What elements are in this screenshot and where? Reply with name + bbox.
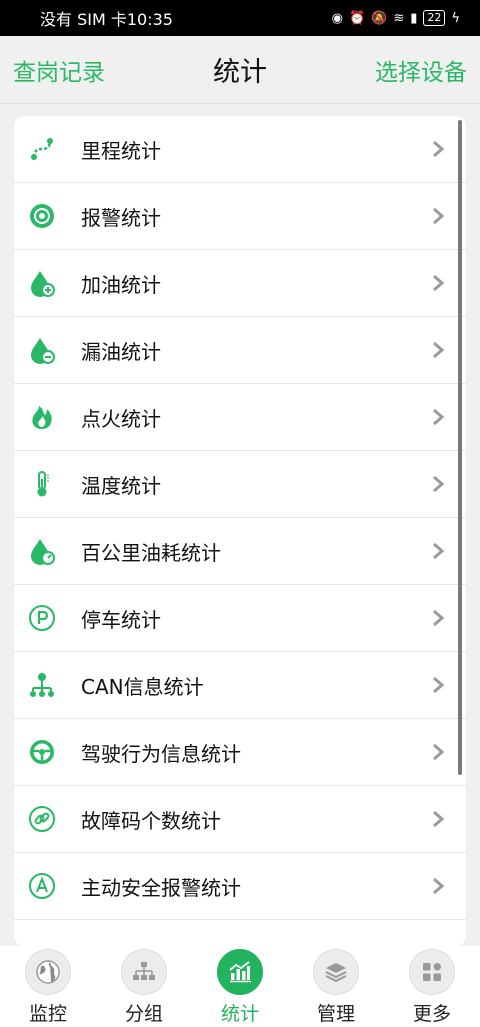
chevron-right-icon <box>433 743 445 761</box>
fire-icon <box>28 403 56 431</box>
thermometer-icon <box>28 470 56 498</box>
menu-item-driving-behavior[interactable]: 驾驶行为信息统计 <box>14 719 466 786</box>
oil-gauge-icon <box>28 537 56 565</box>
menu-item-temperature[interactable]: 温度统计 <box>14 451 466 518</box>
hierarchy-icon <box>121 949 167 995</box>
menu-item-ignition[interactable]: 点火统计 <box>14 384 466 451</box>
bar-chart-icon <box>217 949 263 995</box>
tab-label: 更多 <box>412 1003 451 1025</box>
chevron-right-icon <box>433 475 445 493</box>
statistics-menu: 里程统计 报警统计 加油统计 漏油统计 点火统计 温度统计 百公里油耗统计 停车… <box>14 116 466 946</box>
chevron-right-icon <box>433 274 445 292</box>
mute-icon: 🔕 <box>371 10 388 26</box>
select-device-link[interactable]: 选择设备 <box>375 53 467 87</box>
tab-label: 分组 <box>124 1003 163 1025</box>
menu-item-label: 百公里油耗统计 <box>81 540 221 565</box>
menu-item-label: 加油统计 <box>81 272 161 297</box>
menu-item-active-safety-alarm[interactable]: 主动安全报警统计 <box>14 853 466 920</box>
parking-icon <box>28 604 56 632</box>
tab-monitor[interactable]: 监控 <box>0 946 96 1027</box>
layers-icon <box>313 949 359 995</box>
alert-icon: ▮ <box>410 10 418 26</box>
grid-icon <box>409 949 455 995</box>
menu-item-label: 点火统计 <box>81 406 161 431</box>
eye-icon: ◉ <box>331 10 343 26</box>
menu-item-label: 驾驶行为信息统计 <box>81 741 241 766</box>
chevron-right-icon <box>433 676 445 694</box>
menu-item-fault-codes[interactable]: 故障码个数统计 <box>14 786 466 853</box>
oil-plus-icon <box>28 269 56 297</box>
globe-icon <box>25 949 71 995</box>
tab-label: 管理 <box>316 1003 355 1025</box>
menu-item-label: 里程统计 <box>81 138 161 163</box>
menu-item-mileage[interactable]: 里程统计 <box>14 116 466 183</box>
wifi-icon: ≋ <box>393 10 405 26</box>
oil-minus-icon <box>28 336 56 364</box>
check-records-link[interactable]: 查岗记录 <box>13 53 105 87</box>
tab-statistics[interactable]: 统计 <box>192 946 288 1027</box>
menu-item-parking[interactable]: 停车统计 <box>14 585 466 652</box>
bottom-tab-bar: 监控 分组 统计 管理 更多 <box>0 946 480 1027</box>
status-icons: ◉ ⏰ 🔕 ≋ ▮ 22 ϟ <box>332 10 460 26</box>
letter-a-icon <box>28 872 56 900</box>
menu-item-alarm[interactable]: 报警统计 <box>14 183 466 250</box>
header: 查岗记录 统计 选择设备 <box>0 36 480 104</box>
menu-item-can-info[interactable]: CAN信息统计 <box>14 652 466 719</box>
tab-label: 统计 <box>220 1003 259 1025</box>
chevron-right-icon <box>433 542 445 560</box>
alarm-off-icon: ⏰ <box>348 10 366 26</box>
chevron-right-icon <box>433 609 445 627</box>
network-icon <box>28 671 56 699</box>
menu-item-label: 漏油统计 <box>81 339 161 364</box>
battery-icon: 22 <box>423 10 446 26</box>
menu-item-fuel-consumption[interactable]: 百公里油耗统计 <box>14 518 466 585</box>
tab-more[interactable]: 更多 <box>384 946 480 1027</box>
link-icon <box>28 805 56 833</box>
route-icon <box>28 135 56 163</box>
status-carrier-time: 没有 SIM 卡10:35 <box>40 10 173 29</box>
menu-item-label: CAN信息统计 <box>81 674 204 699</box>
menu-item-label: 报警统计 <box>81 205 161 230</box>
menu-item-label: 停车统计 <box>81 607 161 632</box>
menu-item-label: 主动安全报警统计 <box>81 875 241 900</box>
alarm-icon <box>28 202 56 230</box>
chevron-right-icon <box>433 207 445 225</box>
tab-management[interactable]: 管理 <box>288 946 384 1027</box>
steering-wheel-icon <box>28 738 56 766</box>
menu-item-oil-leak[interactable]: 漏油统计 <box>14 317 466 384</box>
status-bar: 没有 SIM 卡10:35 ◉ ⏰ 🔕 ≋ ▮ 22 ϟ <box>0 0 480 36</box>
chevron-right-icon <box>433 810 445 828</box>
scrollbar[interactable] <box>458 120 462 775</box>
tab-group[interactable]: 分组 <box>96 946 192 1027</box>
menu-item-label: 故障码个数统计 <box>81 808 221 833</box>
tab-label: 监控 <box>28 1003 67 1025</box>
chevron-right-icon <box>433 877 445 895</box>
chevron-right-icon <box>433 140 445 158</box>
menu-item-label: 温度统计 <box>81 473 161 498</box>
charging-icon: ϟ <box>451 10 460 26</box>
chevron-right-icon <box>433 408 445 426</box>
menu-item-refuel[interactable]: 加油统计 <box>14 250 466 317</box>
chevron-right-icon <box>433 341 445 359</box>
